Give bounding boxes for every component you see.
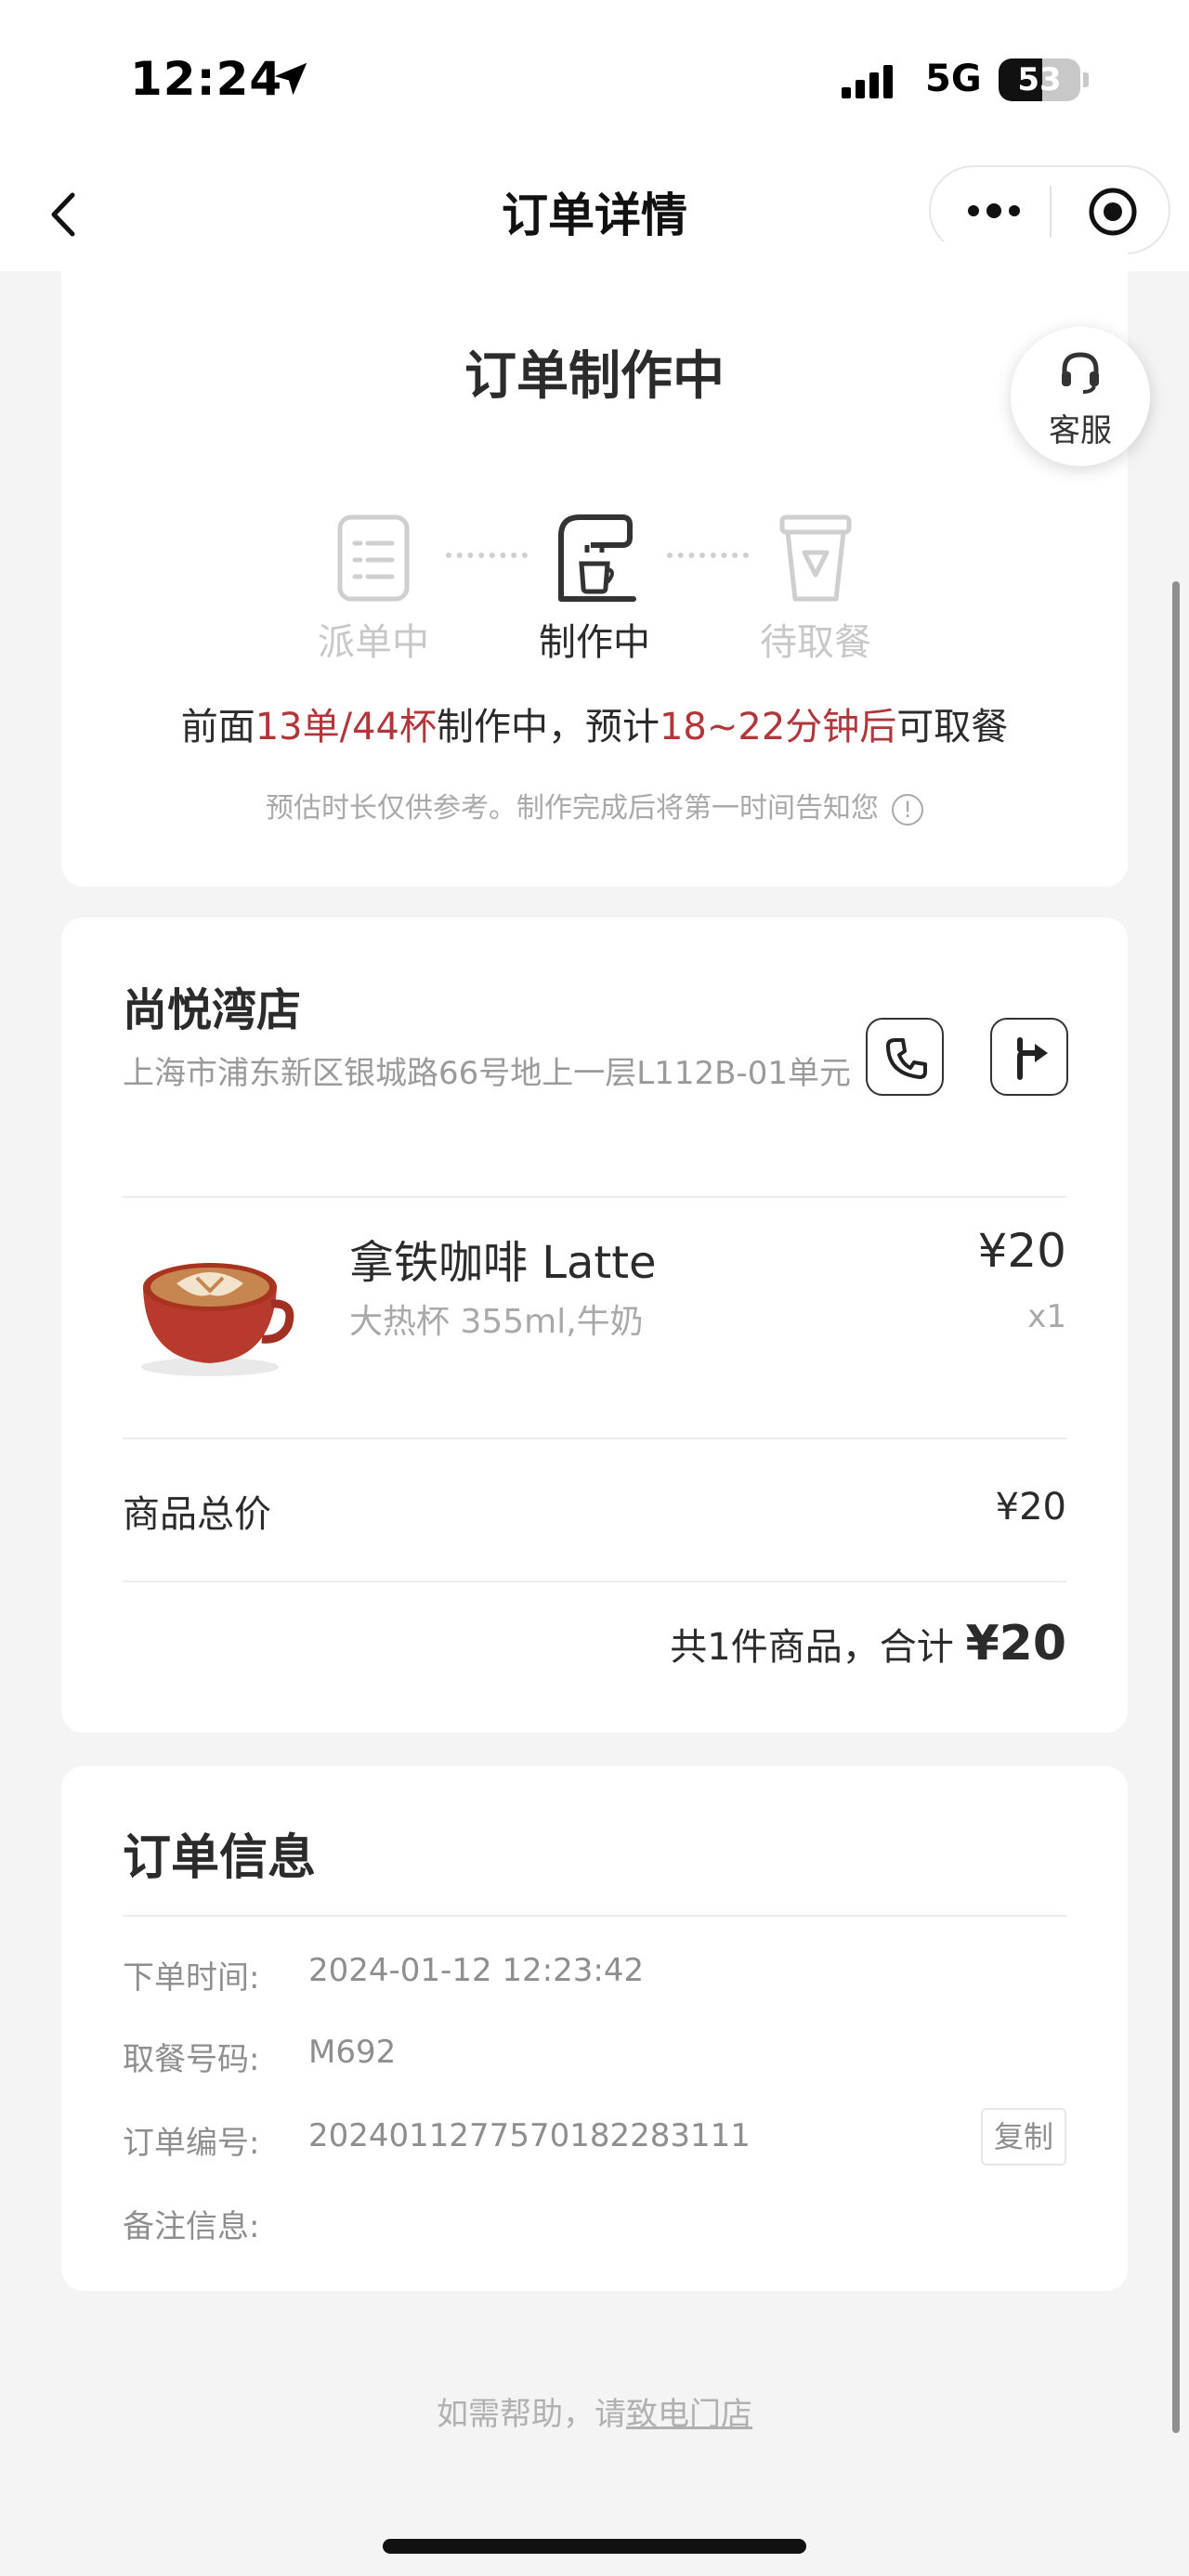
order-total: 共1件商品，合计 ¥20 [670, 1616, 1066, 1672]
order-number-value: 20240112775701822831​11 [308, 2117, 751, 2154]
cup-icon [779, 514, 852, 602]
queue-orders: 13单/44杯 [255, 706, 437, 748]
divider [123, 1581, 1066, 1582]
store-name: 尚悦湾店 [123, 984, 302, 1036]
scrollbar[interactable] [1172, 581, 1180, 2433]
order-info-card: 订单信息 下单时间: 2024-01-12 12:23:42 取餐号码: M69… [61, 1766, 1128, 2291]
copy-button[interactable]: 复制 [981, 2108, 1066, 2166]
navigate-button[interactable] [990, 1018, 1068, 1096]
info-icon[interactable]: ! [892, 793, 923, 826]
order-number-label: 订单编号: [123, 2125, 260, 2162]
phone-icon [886, 1038, 927, 1079]
headset-icon [1062, 352, 1099, 394]
store-address: 上海市浦东新区银城路66号地上一层L112B-01单元 [123, 1055, 851, 1092]
remarks-row: 备注信息: [123, 2192, 1066, 2247]
help-prefix: 如需帮助，请 [437, 2396, 626, 2433]
estimate-note: 预估时长仅供参考。制作完成后将第一时间告知您! [61, 785, 1128, 826]
subtotal-value: ¥20 [995, 1486, 1066, 1529]
pickup-code-label: 取餐号码: [123, 2041, 260, 2078]
queue-prefix: 前面 [180, 706, 255, 748]
directions-icon [1017, 1037, 1048, 1080]
total-prefix: 共1件商品，合计 [670, 1626, 954, 1669]
customer-service-label: 客服 [1049, 412, 1112, 449]
step-label: 派单中 [318, 621, 429, 664]
queue-eta: 18~22分钟后 [659, 706, 897, 748]
total-value: ¥20 [965, 1616, 1066, 1672]
battery-tip [1083, 72, 1089, 87]
clipboard-icon [337, 514, 410, 602]
step-label: 待取餐 [760, 621, 871, 664]
battery-level: 53 [1017, 61, 1062, 98]
capsule-divider [1050, 186, 1052, 238]
product-price: ¥20 [977, 1224, 1066, 1278]
order-status-title: 订单制作中 [464, 346, 725, 407]
call-store-link[interactable]: 致电门店 [626, 2396, 752, 2433]
coffee-machine-icon [558, 514, 636, 602]
divider [123, 1196, 1066, 1198]
network-type: 5G [925, 58, 982, 100]
pickup-code-value: M692 [308, 2034, 397, 2071]
pickup-code-row: 取餐号码: M692 [123, 2024, 1066, 2080]
home-indicator[interactable] [383, 2539, 806, 2554]
more-icon[interactable] [966, 201, 1022, 221]
battery-icon: 53 [999, 59, 1080, 101]
queue-middle: 制作中，预计 [436, 706, 660, 748]
close-target-icon[interactable] [1087, 186, 1139, 238]
queue-info: 前面13单/44杯制作中，预计18~22分钟后可取餐 [61, 696, 1128, 750]
step-label: 制作中 [539, 621, 650, 664]
order-status-card: 订单制作中 派单中 制作中 待取餐 前面13单/44杯制作中，预计18~22分钟… [61, 241, 1128, 887]
location-arrow-icon [274, 62, 307, 96]
divider [123, 1915, 1066, 1917]
step-pickup: 待取餐 [723, 506, 908, 666]
call-store-button[interactable] [866, 1018, 944, 1096]
order-time-row: 下单时间: 2024-01-12 12:23:42 [123, 1943, 1066, 1998]
queue-suffix: 可取餐 [896, 706, 1009, 748]
step-dispatching: 派单中 [281, 506, 466, 666]
customer-service-button[interactable]: 客服 [1011, 327, 1150, 466]
step-making: 制作中 [502, 506, 687, 666]
status-bar: 12:24 5G 53 [0, 0, 1189, 158]
order-time-value: 2024-01-12 12:23:42 [308, 1952, 645, 1989]
order-time-label: 下单时间: [123, 1959, 260, 1997]
subtotal-label: 商品总价 [123, 1493, 271, 1536]
product-spec: 大热杯 355ml,牛奶 [349, 1303, 644, 1341]
estimate-note-text: 预估时长仅供参考。制作完成后将第一时间告知您 [266, 792, 879, 825]
order-info-title: 订单信息 [123, 1830, 317, 1886]
product-quantity: x1 [1027, 1298, 1066, 1335]
clock: 12:24 [130, 52, 283, 106]
latte-cup-image [141, 1263, 294, 1376]
cellular-signal-icon [842, 65, 893, 98]
product-name: 拿铁咖啡 Latte [349, 1237, 657, 1289]
help-footer: 如需帮助，请致电门店 [0, 2388, 1189, 2434]
store-order-card: 尚悦湾店 上海市浦东新区银城路66号地上一层L112B-01单元 拿铁咖啡 La… [61, 917, 1128, 1733]
divider [123, 1438, 1066, 1439]
order-number-row: 订单编号: 20240112775701822831​11 复制 [123, 2108, 1066, 2166]
progress-steps: 派单中 制作中 待取餐 [61, 506, 1128, 673]
remarks-label: 备注信息: [123, 2208, 260, 2245]
